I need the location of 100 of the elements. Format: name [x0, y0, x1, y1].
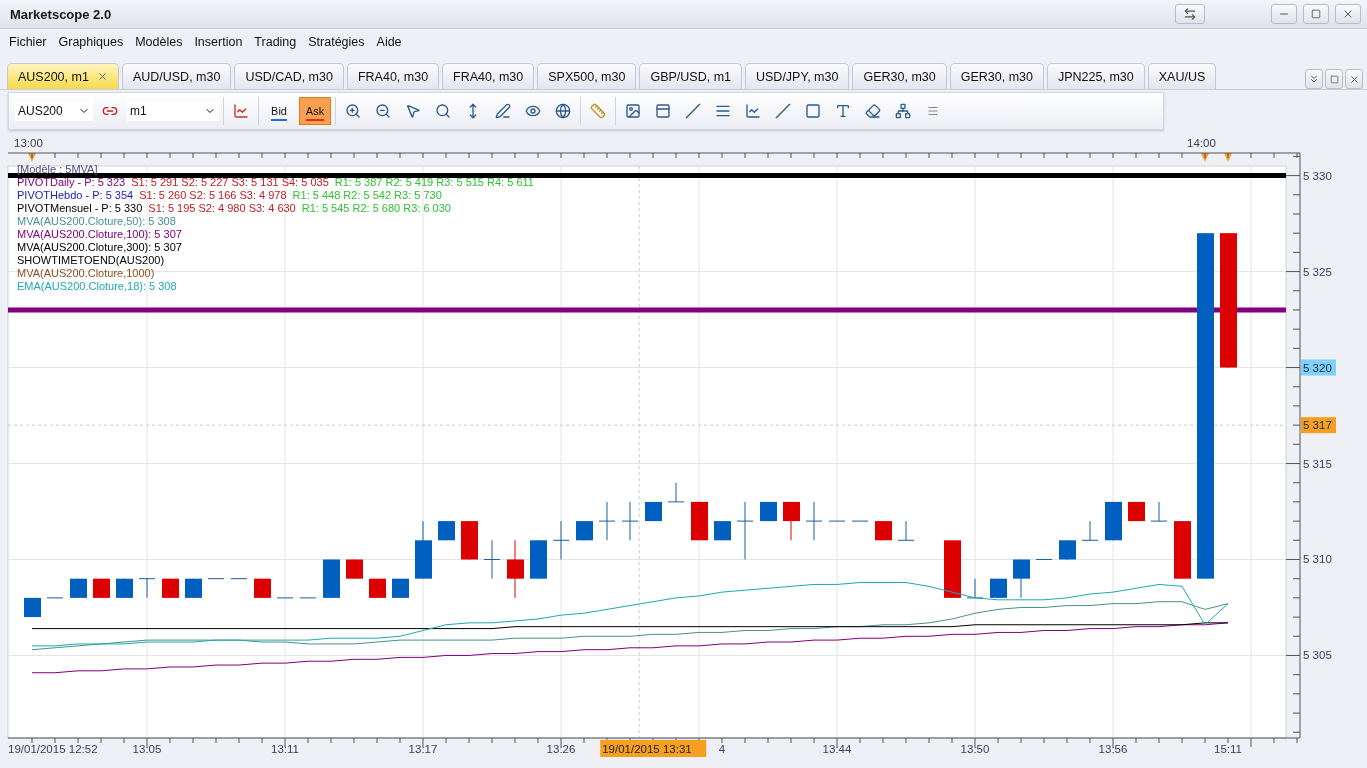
price-label: 5 325: [1303, 265, 1332, 278]
chart-tab[interactable]: FRA40, m30: [442, 63, 535, 89]
date-label: 13:11: [271, 743, 299, 755]
candlestick: [415, 520, 432, 580]
time-label: 13:00: [14, 137, 43, 149]
indicator-legend-line: SHOWTIMETOEND(AUS200): [17, 254, 166, 267]
close-button[interactable]: [1335, 4, 1361, 24]
time-label: 14:00: [1187, 137, 1216, 149]
y-tick-label: 5 320: [1303, 361, 1332, 374]
price-label: 5 305: [1303, 649, 1332, 662]
chart-tab[interactable]: AUD/USD, m30: [121, 63, 232, 89]
price-label: 5 315: [1303, 457, 1332, 470]
candlestick: [461, 520, 478, 560]
candlestick: [438, 520, 455, 541]
menu-item[interactable]: Fichier: [3, 35, 53, 49]
candlestick: [875, 520, 892, 541]
candlestick: [507, 539, 524, 599]
candlestick: [483, 539, 501, 580]
menu-item[interactable]: Stratégies: [302, 35, 371, 49]
candlestick: [736, 501, 754, 560]
candlestick: [1013, 559, 1030, 599]
chart-tab[interactable]: GER30, m30: [852, 63, 947, 89]
date-label: 13:05: [132, 743, 162, 755]
price-button[interactable]: Bid: [263, 97, 295, 125]
chart-tab[interactable]: FRA40, m30: [346, 63, 440, 89]
chart-tab[interactable]: AUS200, m1: [7, 63, 119, 89]
close-icon[interactable]: [96, 71, 108, 82]
menu-item[interactable]: Aide: [370, 35, 408, 49]
candlestick: [346, 559, 363, 580]
indicator-legend-line: MVA(AUS200.Cloture,1000): [17, 267, 156, 280]
price-label: 5 310: [1303, 553, 1332, 566]
menu-item[interactable]: Trading: [248, 35, 303, 49]
candlestick: [897, 520, 915, 541]
menu-item[interactable]: Modèles: [129, 35, 189, 49]
window-title: Marketscope 2.0: [10, 6, 113, 22]
restore-button[interactable]: [1303, 4, 1329, 24]
date-label: 13:44: [822, 743, 852, 755]
restore-icon: [1311, 9, 1321, 19]
candlestick: [530, 539, 547, 580]
close-icon: [1342, 8, 1354, 20]
candlestick: [276, 597, 294, 599]
chart-tab[interactable]: USD/JPY, m30: [745, 63, 850, 89]
chevrons-down-icon: [1308, 73, 1320, 85]
swap-arrows-icon: [1183, 7, 1197, 21]
date-label: 4: [718, 743, 726, 755]
candlestick: [966, 578, 984, 599]
indicator-legend-line: MVA(AUS200.Cloture,50): 5 308: [17, 215, 177, 228]
swap-button[interactable]: [1175, 4, 1205, 24]
last-price-tag: 5 320: [1301, 359, 1336, 376]
restore-icon: [1329, 74, 1339, 84]
candlestick: [944, 539, 961, 599]
candlestick: [1035, 559, 1053, 560]
indicator-legend-line: MVA(AUS200.Cloture,300): 5 307: [17, 241, 183, 254]
menu-item[interactable]: Graphiques: [52, 35, 130, 49]
date-label: 19/01/2015 12:52: [8, 743, 98, 755]
indicator-legend-line: EMA(AUS200.Cloture,18): 5 308: [17, 280, 178, 293]
date-label: 13:50: [960, 743, 990, 755]
candlestick: [230, 578, 248, 580]
candlestick: [46, 597, 64, 599]
symbol-dropdown[interactable]: AUS200: [15, 101, 93, 121]
cursor-price-tag: 5 317: [1301, 417, 1336, 434]
chart-tab[interactable]: XAU/US: [1147, 63, 1217, 89]
cursor-time-tag: 19/01/2015 13:31: [600, 740, 707, 757]
chart-tab[interactable]: GBP/USD, m1: [639, 63, 742, 89]
indicator-legend-line: PIVOTDaily - P: 5 323 S1: 5 291 S2: 5 227 S3: 5 131 S4: 5 035 R1: 5 387 R2: 5 419 R3: 5 515 R4: 5 611: [17, 176, 534, 189]
close-icon: [1348, 73, 1360, 85]
chart-tab[interactable]: USD/CAD, m30: [234, 63, 344, 89]
candlestick: [299, 597, 317, 599]
marker-icon: [1201, 153, 1209, 162]
template-label: [Modèle : 5MVA]: [17, 163, 99, 176]
date-label: 15:11: [1214, 743, 1242, 755]
candlestick: [1174, 520, 1191, 580]
chart-tab[interactable]: JPN225, m30: [1047, 63, 1145, 89]
candlestick: [621, 501, 639, 541]
price-button[interactable]: Ask: [299, 97, 331, 125]
candlestick: [552, 520, 570, 560]
menu-item[interactable]: Insertion: [188, 35, 249, 49]
candlestick: [1105, 501, 1122, 541]
candlestick: [1150, 501, 1168, 522]
indicator-legend-line: PIVOTHebdo - P: 5 354 S1: 5 260 S2: 5 166 S3: 4 978 R1: 5 448 R2: 5 542 R3: 5 730: [17, 189, 443, 202]
candlestick: [323, 559, 340, 599]
candlestick: [598, 501, 616, 541]
marker-icon: [28, 153, 36, 162]
candlestick: [828, 520, 846, 522]
date-label: 13:17: [408, 743, 438, 755]
candlestick: [138, 578, 156, 599]
candlestick: [207, 578, 225, 580]
candlestick: [851, 520, 869, 522]
chart-tab[interactable]: GER30, m30: [949, 63, 1044, 89]
period-dropdown[interactable]: m1: [127, 101, 219, 121]
close-button[interactable]: [1345, 69, 1363, 89]
indicator-legend-line: MVA(AUS200.Cloture,100): 5 307: [17, 228, 183, 241]
candlestick: [805, 501, 823, 541]
candlestick: [1081, 520, 1099, 541]
date-label: 13:56: [1098, 743, 1128, 755]
price-label: 5 330: [1303, 169, 1332, 182]
candlestick: [576, 520, 593, 541]
marker-icon: [1224, 153, 1232, 162]
candlestick: [714, 520, 731, 541]
chart-tab[interactable]: SPX500, m30: [537, 63, 637, 89]
